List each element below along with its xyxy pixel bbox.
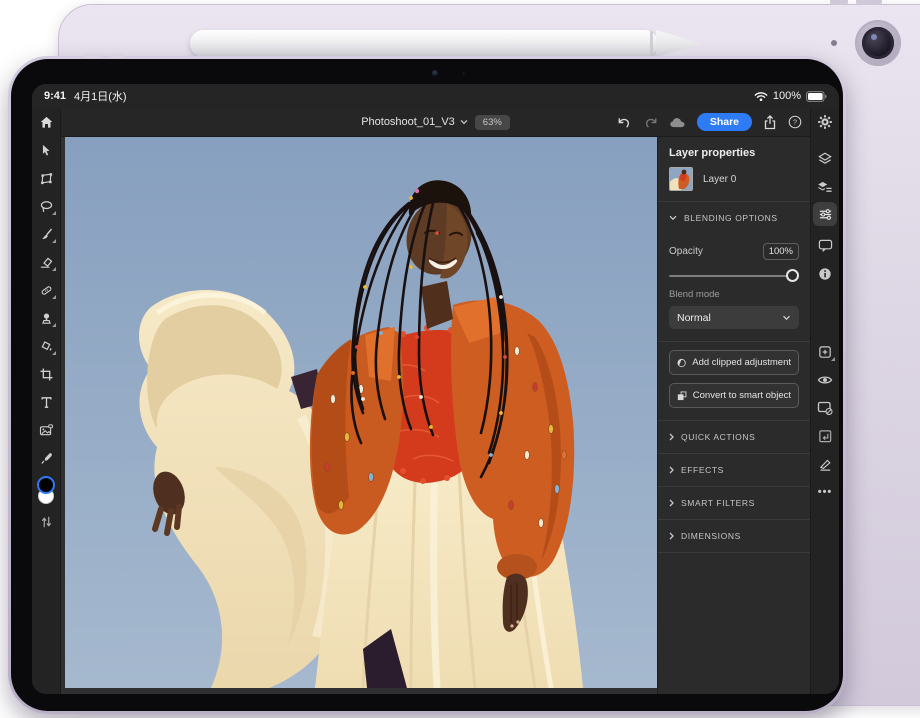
adjustments-icon[interactable] bbox=[813, 202, 837, 226]
foreground-color-chip[interactable] bbox=[37, 476, 55, 494]
front-volume-up-button bbox=[84, 54, 102, 58]
more-options-icon[interactable]: ••• bbox=[811, 478, 839, 506]
add-layer-icon[interactable] bbox=[811, 338, 839, 366]
type-tool[interactable] bbox=[32, 388, 60, 416]
opacity-slider-handle[interactable] bbox=[786, 269, 799, 282]
section-quick-actions[interactable]: QUICK ACTIONS bbox=[669, 421, 799, 453]
clipping-mask-icon[interactable] bbox=[811, 422, 839, 450]
opacity-label: Opacity bbox=[669, 246, 703, 257]
adjustment-circle-icon bbox=[677, 357, 686, 369]
clock: 9:41 bbox=[44, 90, 66, 102]
apple-pencil-seam bbox=[650, 31, 653, 56]
opacity-slider[interactable] bbox=[669, 269, 799, 283]
panel-title: Layer properties bbox=[669, 147, 799, 159]
rear-mic-dot bbox=[831, 40, 837, 46]
marketing-scene: 9:41 4月1日(水) 100% bbox=[0, 0, 920, 718]
layer-mask-icon[interactable] bbox=[811, 394, 839, 422]
photoshop-app-screen: 9:41 4月1日(水) 100% bbox=[32, 84, 839, 694]
move-tool[interactable] bbox=[32, 136, 60, 164]
wifi-icon bbox=[754, 91, 768, 102]
taskbar-rail: ••• bbox=[810, 108, 839, 694]
front-bezel: 9:41 4月1日(水) 100% bbox=[11, 59, 843, 711]
eyedropper-tool[interactable] bbox=[32, 444, 60, 472]
comments-icon[interactable] bbox=[811, 232, 839, 260]
redo-icon[interactable] bbox=[643, 116, 658, 129]
ipad-front-device: 9:41 4月1日(水) 100% bbox=[8, 56, 846, 714]
crop-tool[interactable] bbox=[32, 360, 60, 388]
opacity-value-field[interactable]: 100% bbox=[763, 243, 799, 260]
layer-properties-icon[interactable] bbox=[811, 172, 839, 200]
healing-brush-tool[interactable] bbox=[32, 276, 60, 304]
eraser-tool[interactable] bbox=[32, 248, 60, 276]
chevron-right-icon bbox=[669, 532, 674, 540]
export-icon[interactable] bbox=[763, 115, 777, 130]
share-button[interactable]: Share bbox=[697, 113, 752, 131]
layer-row[interactable]: Layer 0 bbox=[669, 167, 799, 191]
chevron-down-icon bbox=[460, 119, 468, 125]
section-dimensions[interactable]: DIMENSIONS bbox=[669, 520, 799, 552]
canvas-area[interactable] bbox=[61, 137, 657, 694]
front-sensor-dot bbox=[462, 72, 465, 75]
chevron-down-icon bbox=[669, 215, 677, 221]
blend-mode-label: Blend mode bbox=[669, 289, 799, 300]
zoom-level-badge[interactable]: 63% bbox=[475, 115, 510, 130]
date: 4月1日(水) bbox=[74, 88, 127, 104]
battery-icon bbox=[806, 91, 827, 102]
svg-text:?: ? bbox=[793, 118, 797, 127]
place-photo-tool[interactable] bbox=[32, 416, 60, 444]
help-icon[interactable]: ? bbox=[788, 115, 802, 129]
section-effects[interactable]: EFFECTS bbox=[669, 454, 799, 486]
chevron-down-icon bbox=[782, 315, 791, 321]
chevron-right-icon bbox=[669, 466, 674, 474]
settings-gear-icon[interactable] bbox=[811, 108, 839, 136]
canvas-photo[interactable] bbox=[65, 137, 657, 688]
transform-tool[interactable] bbox=[32, 164, 60, 192]
rear-camera bbox=[855, 20, 901, 66]
flatten-icon[interactable] bbox=[811, 450, 839, 478]
document-toolbar: Photoshoot_01_V3 63% bbox=[61, 108, 810, 137]
visibility-icon[interactable] bbox=[811, 366, 839, 394]
info-icon[interactable] bbox=[811, 260, 839, 288]
lasso-tool[interactable] bbox=[32, 192, 60, 220]
smart-object-icon bbox=[677, 390, 687, 402]
tool-options-icon[interactable] bbox=[32, 508, 60, 536]
layer-thumbnail bbox=[669, 167, 693, 191]
battery-percent: 100% bbox=[773, 90, 801, 102]
rear-volume-button bbox=[830, 0, 848, 5]
clone-stamp-tool[interactable] bbox=[32, 304, 60, 332]
front-volume-down-button bbox=[110, 54, 124, 58]
apple-pencil bbox=[190, 30, 658, 57]
document-title: Photoshoot_01_V3 bbox=[361, 116, 455, 128]
blending-options-header[interactable]: BLENDING OPTIONS bbox=[669, 202, 799, 234]
cloud-sync-icon[interactable] bbox=[669, 117, 686, 128]
document-title-menu[interactable]: Photoshoot_01_V3 bbox=[361, 116, 468, 128]
rear-power-button bbox=[856, 0, 882, 5]
chevron-right-icon bbox=[669, 499, 674, 507]
section-smart-filters[interactable]: SMART FILTERS bbox=[669, 487, 799, 519]
chevron-right-icon bbox=[669, 433, 674, 441]
undo-icon[interactable] bbox=[617, 116, 632, 129]
convert-to-smart-object-button[interactable]: Convert to smart object bbox=[669, 383, 799, 408]
status-bar: 9:41 4月1日(水) 100% bbox=[32, 84, 839, 108]
blend-mode-select[interactable]: Normal bbox=[669, 306, 799, 329]
brush-tool[interactable] bbox=[32, 220, 60, 248]
layer-name: Layer 0 bbox=[703, 174, 736, 185]
layer-properties-panel: Layer properties bbox=[657, 137, 810, 694]
home-button[interactable] bbox=[32, 108, 60, 136]
layers-icon[interactable] bbox=[811, 144, 839, 172]
front-camera-icon bbox=[432, 70, 438, 76]
fill-tool[interactable] bbox=[32, 332, 60, 360]
add-clipped-adjustment-button[interactable]: Add clipped adjustment bbox=[669, 350, 799, 375]
tool-rail bbox=[32, 108, 61, 694]
color-chips[interactable] bbox=[37, 472, 55, 508]
